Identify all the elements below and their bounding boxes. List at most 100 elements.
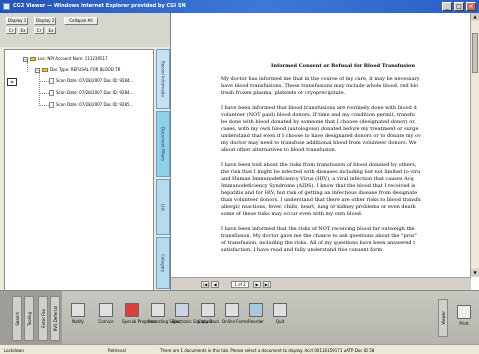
document-line: my doctor may need to transfuse addition… xyxy=(221,140,417,146)
tool-label: Recording Signs xyxy=(148,319,181,324)
tree-item[interactable]: Scan Date: 07/28/2007 Doc ID: 9285... xyxy=(49,102,133,108)
document-line: allergic reactions, fever, chills, heart… xyxy=(221,204,416,210)
electronic-signature-button[interactable]: Electronic Signature xyxy=(172,303,213,331)
tool-label: Special Programs xyxy=(122,319,157,324)
scroll-up-arrow-icon[interactable]: ▲ xyxy=(471,13,479,21)
scrollbar-thumb[interactable] xyxy=(472,33,478,73)
document-line: than volunteer donors. I understand that… xyxy=(221,197,421,203)
display-2-cr-button[interactable]: Cr xyxy=(34,27,44,34)
display-1-cr-button[interactable]: Cr xyxy=(6,27,16,34)
display-2-ex-button[interactable]: Ex xyxy=(46,27,56,34)
print-label: Print xyxy=(459,321,469,326)
tool-label: Notify xyxy=(72,319,84,324)
viewer-tab[interactable]: Viewer xyxy=(438,299,448,337)
prev-page-icon[interactable]: ◀ xyxy=(211,281,219,288)
special-programs-icon xyxy=(125,303,139,317)
tree-item-label: Scan Date: 07/28/2007 Doc ID: 9284... xyxy=(56,90,134,95)
cornice-icon xyxy=(99,303,113,317)
scroll-down-arrow-icon[interactable]: ▼ xyxy=(471,269,479,277)
notify-button[interactable]: Notify xyxy=(68,303,88,331)
tree-connector xyxy=(39,105,49,106)
tab-record-information[interactable]: Record Informatio xyxy=(156,49,170,109)
bottom-toolbar: Search Tooling Enter Fax RVS Deferral No… xyxy=(0,290,479,345)
quit-button[interactable]: Quit xyxy=(270,303,290,331)
collapse-icon[interactable]: − xyxy=(35,67,40,73)
tree-connector xyxy=(39,93,49,94)
document-viewer[interactable]: Informed Consent or Refusal for Blood Tr… xyxy=(170,13,479,290)
document-line: transfusion. My doctor gave me the chanc… xyxy=(221,233,417,239)
tab-list[interactable]: List xyxy=(156,179,170,235)
tooling-side-button[interactable]: Tooling xyxy=(24,296,34,341)
tool-label: Reorder xyxy=(248,319,264,324)
display-1-button[interactable]: Display 1 xyxy=(6,17,28,25)
window-title: CG2 Viewer — Windows Internet Explorer p… xyxy=(13,3,186,9)
tree-doctype-node[interactable]: − Doc Type: REFUSAL FOR BLOOD TR xyxy=(35,67,120,73)
electronic-signature-icon xyxy=(175,303,189,317)
page-indicator[interactable]: 1 of 2 xyxy=(231,281,249,288)
document-line: satisfaction. I have read and fully unde… xyxy=(221,247,384,253)
document-line: and Human Immunodeficiency Virus (HIV), … xyxy=(221,176,414,182)
tree-loc-node[interactable]: − Loc: NPI Account Num: 111239517 xyxy=(23,56,108,62)
collapse-icon[interactable]: − xyxy=(23,56,28,62)
collapse-all-button[interactable]: Collapse All xyxy=(64,17,98,25)
selected-document-icon[interactable]: ⇆ xyxy=(7,78,17,86)
cornice-button[interactable]: Cornice xyxy=(96,303,116,331)
left-top-strip: Display 1 Display 2 Collapse All Cr Ex C… xyxy=(0,13,170,47)
document-tree[interactable]: − Loc: NPI Account Num: 111239517 − Doc Ty… xyxy=(4,49,154,299)
reorder-button[interactable]: Reorder xyxy=(246,303,266,331)
print-button[interactable]: Print xyxy=(454,305,474,333)
last-page-icon[interactable]: ▶| xyxy=(263,281,271,288)
search-side-label: Search xyxy=(14,311,20,326)
document-icon xyxy=(49,102,54,108)
document-line: hepatitis and for HIV, but risk of getti… xyxy=(221,190,418,196)
special-programs-button[interactable]: Special Programs xyxy=(122,303,157,331)
document-paragraph: My doctor has informed me that in the co… xyxy=(221,76,465,97)
first-page-icon[interactable]: |◀ xyxy=(201,281,209,288)
recording-signs-button[interactable]: Recording Signs xyxy=(148,303,181,331)
display-2-button[interactable]: Display 2 xyxy=(34,17,56,25)
tree-doctype-label: Doc Type: REFUSAL FOR BLOOD TR xyxy=(50,67,121,72)
online-forms-button[interactable]: Online Forms xyxy=(222,303,248,331)
tab-document-filters[interactable]: Document Filters xyxy=(156,111,170,177)
tree-loc-label: Loc: NPI Account Num: 111239517 xyxy=(38,56,108,61)
title-bar: CG2 Viewer — Windows Internet Explorer p… xyxy=(0,0,479,13)
display-1-ex-button[interactable]: Ex xyxy=(18,27,28,34)
document-icon xyxy=(49,90,54,96)
status-middle: Retrieval xyxy=(108,348,126,353)
enter-fax-tab[interactable]: Enter Fax xyxy=(38,296,48,341)
document-line: I have been informed that blood transfus… xyxy=(221,105,417,111)
search-side-button[interactable]: Search xyxy=(12,296,22,341)
document-line: understand that even if I choose to have… xyxy=(221,133,421,139)
toolbar-left-panel: Search Tooling Enter Fax RVS Deferral xyxy=(0,291,62,345)
document-line: I have been told about the risks from tr… xyxy=(221,162,417,168)
copy-docs-button[interactable]: Copy Docs xyxy=(198,303,219,331)
viewer-tab-label: Viewer xyxy=(440,311,446,325)
tree-item[interactable]: Scan Date: 07/28/2007 Doc ID: 9284... xyxy=(49,90,133,96)
tool-label: Cornice xyxy=(98,319,114,324)
minimize-button[interactable]: _ xyxy=(442,2,452,11)
tree-connector xyxy=(39,73,40,106)
tab-category[interactable]: Category xyxy=(156,237,170,289)
document-paragraph: I have been informed that blood transfus… xyxy=(221,105,465,154)
document-body: My doctor has informed me that in the co… xyxy=(221,76,465,254)
rvs-deferral-tab[interactable]: RVS Deferral xyxy=(50,296,60,341)
viewer-scrollbar[interactable]: ▲ ▼ xyxy=(470,13,479,277)
tree-item[interactable]: Scan Date: 07/28/2007 Doc ID: 9284... xyxy=(49,78,133,84)
tooling-side-label: Tooling xyxy=(26,311,32,326)
tool-label: Electronic Signature xyxy=(172,319,213,324)
tab-label: List xyxy=(160,203,166,211)
status-message: There are 1 documents in this tab. Pleas… xyxy=(160,348,375,353)
tab-label: Document Filters xyxy=(160,127,166,161)
document-title: Informed Consent or Refusal for Blood Tr… xyxy=(270,63,415,69)
app-icon xyxy=(3,3,10,10)
left-panel: Display 1 Display 2 Collapse All Cr Ex C… xyxy=(0,13,170,299)
document-icon xyxy=(49,78,54,84)
next-page-icon[interactable]: ▶ xyxy=(253,281,261,288)
document-line: I have been informed that the risks of N… xyxy=(221,226,415,232)
close-button[interactable]: × xyxy=(466,2,476,11)
printer-icon xyxy=(457,305,471,319)
status-left: Lockdown xyxy=(4,348,24,353)
maximize-button[interactable]: □ xyxy=(454,2,464,11)
document-line: of transfusion, including the risks. All… xyxy=(221,240,416,246)
recording-signs-icon xyxy=(151,303,165,317)
